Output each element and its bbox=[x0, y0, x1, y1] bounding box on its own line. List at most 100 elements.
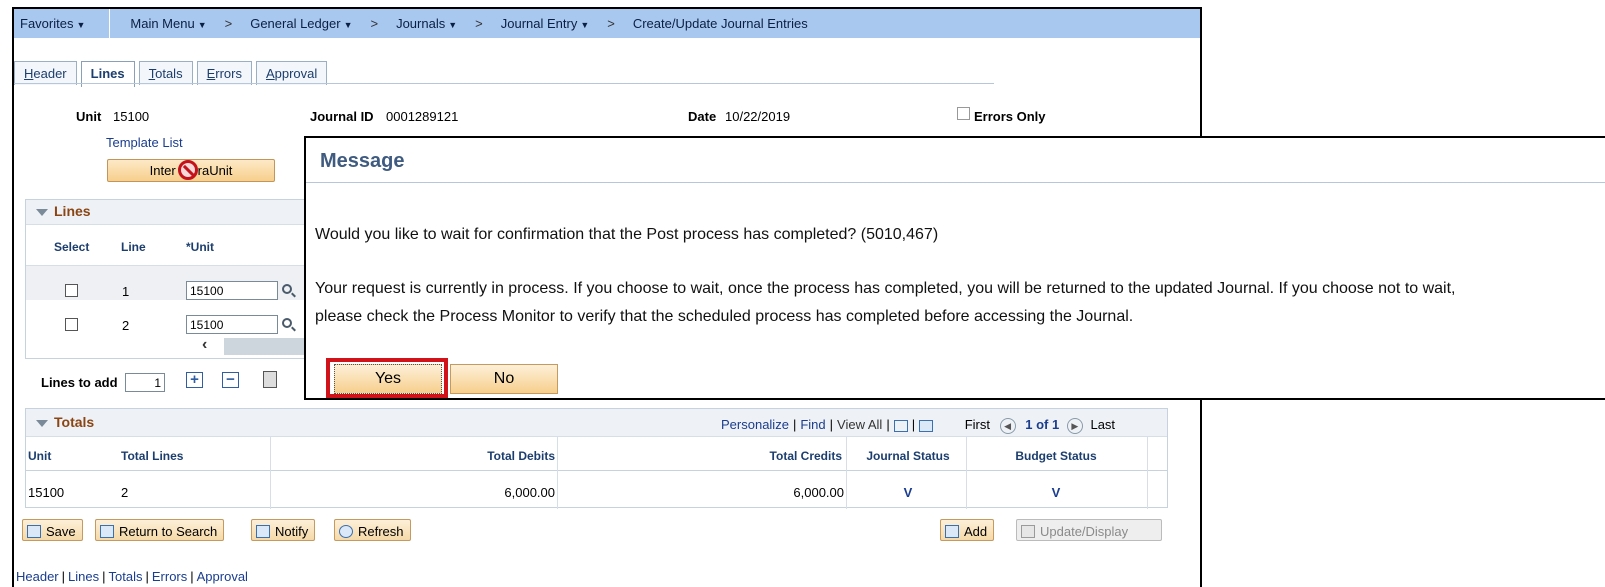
refresh-button[interactable]: Refresh bbox=[334, 519, 411, 541]
col-divider bbox=[846, 437, 847, 509]
totals-credits: 6,000.00 bbox=[793, 485, 844, 500]
new-window-icon[interactable] bbox=[893, 419, 908, 432]
previous-icon[interactable]: ◀ bbox=[999, 417, 1016, 434]
errors-only-checkbox[interactable] bbox=[957, 107, 970, 120]
totals-group: Totals Personalize | Find | View All | | First… bbox=[25, 408, 1168, 509]
breadcrumb-arrow-icon: > bbox=[607, 16, 615, 31]
personalize-link[interactable]: Personalize bbox=[721, 417, 789, 432]
save-icon bbox=[27, 524, 41, 538]
grid-toolbar: Personalize | Find | View All | | First ◀ 1 of… bbox=[721, 417, 1116, 434]
col-unit: Unit bbox=[28, 449, 52, 463]
totals-title[interactable]: Totals bbox=[36, 414, 94, 430]
dialog-question: Would you like to wait for confirmation … bbox=[315, 226, 939, 243]
notify-icon bbox=[256, 524, 270, 538]
col-divider bbox=[557, 437, 558, 509]
favorites-menu[interactable]: Favorites ▼ bbox=[14, 16, 91, 31]
notify-button[interactable]: Notify bbox=[251, 519, 316, 541]
col-divider bbox=[1147, 437, 1148, 509]
horizontal-scrollbar[interactable] bbox=[224, 338, 316, 355]
footer-link-errors[interactable]: Errors bbox=[152, 569, 187, 584]
collapse-triangle-icon bbox=[36, 208, 48, 216]
journal-entry-menu[interactable]: Journal Entry ▼ bbox=[495, 16, 596, 31]
no-button[interactable]: No bbox=[450, 364, 558, 394]
budget-status-value[interactable]: V bbox=[966, 485, 1146, 500]
footer-link-totals[interactable]: Totals bbox=[109, 569, 143, 584]
col-journal-status: Journal Status bbox=[866, 449, 950, 463]
chevron-down-icon: ▼ bbox=[343, 20, 353, 30]
footer-link-header[interactable]: Header bbox=[16, 569, 59, 584]
save-button[interactable]: Save bbox=[22, 519, 83, 541]
template-list-link[interactable]: Template List bbox=[106, 135, 183, 150]
col-divider bbox=[270, 437, 271, 509]
highlight-box bbox=[326, 358, 448, 398]
tab-errors[interactable]: Errors bbox=[196, 61, 252, 85]
dialog-divider bbox=[306, 182, 1605, 183]
dialog-body-line1: Your request is currently in process. If… bbox=[315, 280, 1456, 297]
last-label[interactable]: Last bbox=[1090, 417, 1115, 432]
lookup-icon[interactable] bbox=[282, 318, 292, 328]
totals-debits: 6,000.00 bbox=[504, 485, 555, 500]
date-label: Date bbox=[688, 109, 717, 124]
return-search-icon bbox=[100, 524, 114, 538]
col-line: Line bbox=[121, 240, 146, 254]
general-ledger-menu[interactable]: General Ledger ▼ bbox=[244, 16, 358, 31]
row-select-checkbox[interactable] bbox=[65, 318, 78, 331]
calculator-icon[interactable] bbox=[263, 371, 277, 388]
refresh-icon bbox=[339, 524, 353, 538]
line-number: 1 bbox=[122, 284, 130, 299]
add-button[interactable]: Add bbox=[940, 519, 995, 541]
lines-to-add-input[interactable]: 1 bbox=[125, 373, 165, 392]
find-link[interactable]: Find bbox=[800, 417, 825, 432]
breadcrumb-nav: Favorites ▼ Main Menu ▼ > General Ledger ▼ … bbox=[14, 9, 1200, 38]
lookup-icon[interactable] bbox=[282, 284, 292, 294]
lines-title[interactable]: Lines bbox=[36, 203, 91, 219]
return-to-search-button[interactable]: Return to Search bbox=[95, 519, 225, 541]
page-tabs: Header Lines Totals Errors Approval bbox=[14, 61, 331, 87]
footer-link-approval[interactable]: Approval bbox=[197, 569, 248, 584]
download-grid-icon[interactable] bbox=[919, 419, 934, 432]
footer-links: Header | Lines | Totals | Errors | Approval bbox=[16, 569, 248, 584]
unit-input[interactable]: 15100 bbox=[186, 281, 278, 300]
tab-totals[interactable]: Totals bbox=[138, 61, 193, 85]
main-menu[interactable]: Main Menu ▼ bbox=[124, 16, 212, 31]
breadcrumb-arrow-icon: > bbox=[475, 16, 483, 31]
scroll-left-icon[interactable]: ‹ bbox=[202, 336, 207, 354]
col-select: Select bbox=[54, 240, 90, 254]
journal-status-value[interactable]: V bbox=[858, 485, 958, 500]
journal-id-value: 0001289121 bbox=[386, 109, 459, 124]
unit-input[interactable]: 15100 bbox=[186, 315, 278, 334]
update-display-icon bbox=[1021, 524, 1035, 538]
lines-to-add-label: Lines to add bbox=[41, 375, 118, 390]
tab-header[interactable]: Header bbox=[14, 61, 77, 85]
chevron-down-icon: ▼ bbox=[448, 20, 458, 30]
tab-divider bbox=[14, 83, 994, 84]
line-number: 2 bbox=[122, 318, 130, 333]
row-select-checkbox[interactable] bbox=[65, 284, 78, 297]
chevron-down-icon: ▼ bbox=[76, 20, 86, 30]
breadcrumb-arrow-icon: > bbox=[370, 16, 379, 31]
totals-lines: 2 bbox=[121, 485, 129, 500]
view-all-link[interactable]: View All bbox=[837, 417, 882, 432]
date-value: 10/22/2019 bbox=[725, 109, 791, 124]
next-icon[interactable]: ▶ bbox=[1066, 417, 1083, 434]
tab-approval[interactable]: Approval bbox=[255, 61, 328, 85]
remove-row-icon[interactable]: − bbox=[222, 372, 239, 388]
col-total-credits: Total Credits bbox=[769, 449, 842, 463]
journal-id-label: Journal ID bbox=[310, 109, 374, 124]
col-budget-status: Budget Status bbox=[1015, 449, 1097, 463]
unit-label: Unit bbox=[76, 109, 102, 124]
update-display-button[interactable]: Update/Display bbox=[1016, 519, 1162, 541]
first-label[interactable]: First bbox=[965, 417, 990, 432]
add-row-icon[interactable]: + bbox=[186, 372, 203, 388]
col-unit: *Unit bbox=[186, 240, 214, 254]
errors-only-label: Errors Only bbox=[974, 109, 1046, 124]
footer-link-lines[interactable]: Lines bbox=[68, 569, 99, 584]
collapse-triangle-icon bbox=[36, 419, 48, 427]
nav-divider bbox=[109, 9, 111, 38]
chevron-down-icon: ▼ bbox=[580, 20, 590, 30]
journals-menu[interactable]: Journals ▼ bbox=[390, 16, 463, 31]
col-total-debits: Total Debits bbox=[487, 449, 555, 463]
row-count: 1 of 1 bbox=[1025, 417, 1060, 432]
breadcrumb-current[interactable]: Create/Update Journal Entries bbox=[627, 16, 814, 31]
lines-group: Lines Select Line *Unit 1 15100 2 15100 … bbox=[25, 199, 316, 359]
